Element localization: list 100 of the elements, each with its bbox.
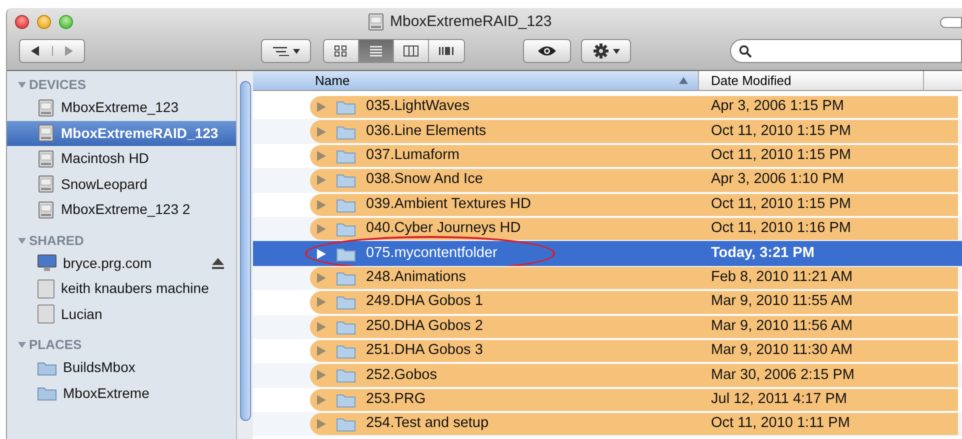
folder-icon: [336, 318, 356, 335]
date-modified: Oct 11, 2010 1:15 PM: [710, 194, 851, 214]
file-row[interactable]: 248.Animations Feb 8, 2010 11:21 AM: [253, 266, 962, 290]
view-mode-button[interactable]: [429, 40, 464, 62]
quick-look-button[interactable]: [523, 39, 571, 63]
date-modified: Today, 3:21 PM: [710, 244, 814, 263]
date-modified: Oct 11, 2010 1:16 PM: [710, 219, 851, 238]
disclosure-triangle-icon[interactable]: [317, 224, 326, 234]
hard-drive-icon: [37, 98, 55, 117]
view-mode-button[interactable]: [394, 40, 429, 62]
file-row[interactable]: 254.Test and setup Oct 11, 2010 1:11 PM: [253, 412, 962, 436]
date-modified: Oct 11, 2010 1:15 PM: [710, 122, 851, 141]
disclosure-triangle-icon[interactable]: [317, 419, 326, 430]
folder-icon: [37, 360, 57, 376]
date-modified: Apr 3, 2006 1:15 PM: [710, 97, 844, 116]
view-mode-button[interactable]: [324, 40, 359, 62]
file-row[interactable]: 040.Cyber Journeys HD Oct 11, 2010 1:16 PM: [253, 216, 962, 242]
disclosure-triangle-icon[interactable]: [317, 150, 326, 161]
disclosure-triangle-icon[interactable]: [317, 200, 326, 210]
sidebar-item[interactable]: MboxExtreme: [7, 380, 236, 406]
column-header[interactable]: Name: [253, 71, 699, 90]
disclosure-triangle-icon[interactable]: [317, 102, 326, 112]
sidebar-item[interactable]: bryce.prg.com: [7, 250, 236, 276]
file-row[interactable]: 252.Gobos Mar 30, 2006 2:15 PM: [253, 363, 962, 388]
file-name: 037.Lumaform: [366, 146, 460, 166]
sidebar-item[interactable]: MboxExtreme_123 2: [7, 197, 236, 222]
eject-icon[interactable]: [212, 258, 224, 269]
file-name: 035.LightWaves: [366, 97, 470, 116]
hard-drive-icon: [37, 124, 55, 142]
arrange-icon: [272, 46, 288, 56]
caret-icon: [292, 48, 300, 54]
search-field[interactable]: [730, 39, 962, 63]
disclosure-triangle-icon[interactable]: [317, 346, 326, 356]
file-row[interactable]: 039.Ambient Textures HD Oct 11, 2010 1:15 PM: [253, 192, 962, 217]
file-row[interactable]: 251.DHA Gobos 3 Mar 9, 2010 11:30 AM: [253, 338, 962, 364]
folder-icon: [336, 246, 356, 262]
disclosure-triangle-icon[interactable]: [317, 175, 326, 186]
zoom-button[interactable]: [59, 15, 73, 29]
file-name: 251.DHA Gobos 3: [366, 341, 483, 360]
folder-icon: [336, 270, 356, 286]
folder-icon: [336, 343, 356, 360]
sidebar-item[interactable]: MboxExtreme_123: [7, 95, 236, 120]
hard-drive-icon: [37, 200, 55, 219]
gear-icon: [592, 43, 608, 59]
close-button[interactable]: [15, 15, 29, 29]
sidebar-scrollbar[interactable]: [236, 71, 253, 439]
file-name: 248.Animations: [366, 268, 466, 288]
file-name: 040.Cyber Journeys HD: [366, 219, 521, 238]
folder-icon: [336, 367, 356, 384]
computer-icon: [37, 278, 55, 299]
sidebar-item[interactable]: keith knaubers machine: [7, 276, 236, 302]
file-row[interactable]: 035.LightWaves Apr 3, 2006 1:15 PM: [253, 95, 962, 120]
date-modified: Oct 11, 2010 1:11 PM: [710, 414, 850, 434]
file-name: 252.Gobos: [366, 366, 437, 385]
view-mode-button[interactable]: [359, 40, 394, 62]
disclosure-triangle-icon[interactable]: [18, 81, 26, 89]
disclosure-triangle-icon[interactable]: [317, 297, 326, 308]
sidebar-item[interactable]: Lucian: [7, 302, 236, 327]
toolbar-toggle-button[interactable]: [940, 16, 962, 28]
disclosure-triangle-icon[interactable]: [317, 322, 326, 332]
hard-drive-icon: [37, 175, 55, 194]
grid-icon: [334, 45, 348, 57]
sidebar-item[interactable]: BuildsMbox: [7, 355, 236, 380]
file-row[interactable]: 036.Line Elements Oct 11, 2010 1:15 PM: [253, 119, 962, 144]
folder-icon: [336, 148, 356, 164]
disclosure-triangle-icon[interactable]: [317, 370, 326, 380]
column-header[interactable]: Date Modified: [699, 71, 924, 90]
date-modified: Jul 12, 2011 4:17 PM: [710, 390, 847, 409]
date-modified: Mar 9, 2010 11:30 AM: [710, 341, 853, 360]
disclosure-triangle-icon[interactable]: [317, 272, 326, 283]
file-name: 249.DHA Gobos 1: [366, 292, 483, 312]
file-row[interactable]: 250.DHA Gobos 2 Mar 9, 2010 11:56 AM: [253, 314, 962, 339]
folder-icon: [336, 221, 356, 238]
date-modified: Oct 11, 2010 1:15 PM: [710, 146, 851, 166]
disclosure-triangle-icon[interactable]: [317, 394, 326, 405]
minimize-button[interactable]: [37, 15, 51, 29]
date-modified: Mar 9, 2010 11:55 AM: [710, 292, 853, 312]
sidebar-section-heading: SHARED: [29, 232, 84, 250]
disclosure-triangle-icon[interactable]: [18, 236, 26, 244]
file-name: 075.mycontentfolder: [366, 244, 498, 263]
sidebar-section-heading: DEVICES: [29, 76, 86, 94]
arrange-button[interactable]: [261, 39, 311, 63]
disclosure-triangle-icon[interactable]: [317, 126, 326, 137]
window-title: MboxExtremeRAID_123: [390, 12, 552, 32]
file-row[interactable]: 038.Snow And Ice Apr 3, 2006 1:10 PM: [253, 168, 962, 193]
date-modified: Feb 8, 2010 11:21 AM: [710, 268, 853, 288]
sidebar-item[interactable]: Macintosh HD: [7, 146, 236, 172]
list-icon: [369, 45, 383, 57]
disclosure-triangle-icon[interactable]: [317, 248, 326, 259]
date-modified: Mar 30, 2006 2:15 PM: [710, 366, 854, 385]
sidebar-item[interactable]: SnowLeopard: [7, 172, 236, 197]
sidebar-section-heading: PLACES: [29, 336, 82, 354]
date-modified: Apr 3, 2006 1:10 PM: [710, 170, 844, 190]
sidebar-item[interactable]: MboxExtremeRAID_123: [7, 120, 236, 146]
search-icon: [739, 44, 752, 58]
file-row[interactable]: 253.PRG Jul 12, 2011 4:17 PM: [253, 388, 962, 412]
eye-icon: [537, 45, 557, 57]
disclosure-triangle-icon[interactable]: [18, 341, 26, 349]
computer-icon: [37, 304, 55, 324]
action-button[interactable]: [581, 39, 631, 63]
